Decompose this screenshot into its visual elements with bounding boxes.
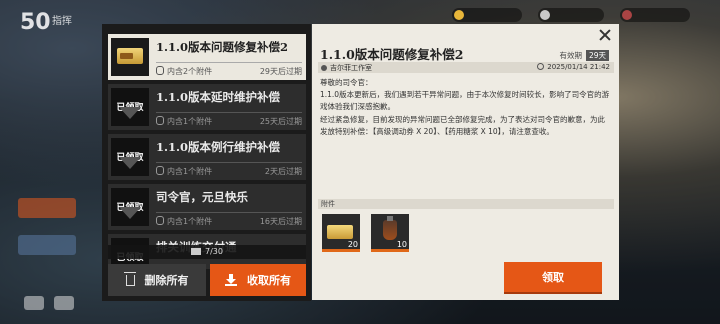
divider [156,162,302,163]
side-button-2 [18,235,76,255]
mail-thumbnail [111,38,149,76]
validity-days: 29天 [585,50,609,61]
paperclip-icon [156,116,164,125]
mail-body: 尊敬的司令官： 1.1.0版本更新后，我们遇到若干异常问题，由于本次修复时间较长… [320,77,612,138]
attachment-item[interactable]: 10 [371,214,409,252]
delete-all-label: 删除所有 [144,274,189,287]
sender-icon [321,65,327,71]
mail-attachment-count: 内含1个附件 [167,217,213,226]
sender-name: 吉尔菲工作室 [330,64,372,72]
detail-title: 1.1.0版本问题修复补偿2 [320,47,464,62]
mail-item[interactable]: 已领取 1.1.0版本例行维护补偿 内含1个附件 2天后过期 [108,134,306,180]
mail-detail-panel: 1.1.0版本问题修复补偿2 有效期 29天 吉尔菲工作室 2025/01/14 … [312,24,619,300]
claimed-triangle-icon [119,157,141,169]
mail-attachment-count: 内含2个附件 [167,67,213,76]
mail-expiry: 25天后过期 [259,117,302,126]
attachment-qty: 10 [396,240,407,249]
collect-all-label: 收取所有 [247,274,291,287]
claim-button[interactable]: 领取 [504,262,602,292]
mail-thumbnail: 已领取 [111,88,149,126]
paperclip-icon [156,66,164,75]
mail-thumbnail: 已领取 [111,138,149,176]
close-icon[interactable] [599,29,611,41]
mail-title: 1.1.0版本问题修复补偿2 [156,40,289,54]
syrup-bottle-icon [383,216,397,240]
sender-bar: 吉尔菲工作室 2025/01/14 21:42 [318,62,614,73]
mail-expiry: 2天后过期 [264,167,302,176]
ticket-icon [117,48,143,64]
attachments-label: 附件 [321,200,335,208]
validity: 有效期 29天 [559,50,609,61]
clock-icon [537,63,545,70]
body-paragraph: 1.1.0版本更新后，我们遇到若干异常问题，由于本次修复时间较长，影响了司令官的… [320,90,610,112]
resource-counter-3 [620,8,690,22]
paperclip-icon [156,216,164,225]
envelope-icon [191,248,202,255]
body-paragraph: 尊敬的司令官： [320,78,373,87]
paperclip-icon [156,166,164,175]
mail-count-bar: 7/30 [108,245,306,259]
mail-thumbnail: 已领取 [111,188,149,226]
body-paragraph: 经过紧急修复，目前发现的异常问题已全部修复完成，为了表达对司令官的歉意，为此发放… [320,114,605,136]
attachment-item[interactable]: 20 [322,214,360,252]
divider [156,62,302,63]
mail-title: 1.1.0版本例行维护补偿 [156,140,281,154]
bottom-icon-1 [24,296,44,310]
mail-list[interactable]: 1.1.0版本问题修复补偿2 内含2个附件 29天后过期 已领取 1.1.0版本… [108,34,306,269]
divider [156,112,302,113]
mail-item[interactable]: 已领取 司令官，元旦快乐 内含1个附件 16天后过期 [108,184,306,230]
mail-title: 司令官，元旦快乐 [156,190,248,204]
mail-item[interactable]: 1.1.0版本问题修复补偿2 内含2个附件 29天后过期 [108,34,306,80]
mail-title: 1.1.0版本延时维护补偿 [156,90,281,104]
mail-attachment-count: 内含1个附件 [167,167,213,176]
side-button-1 [18,198,76,218]
player-level: 50 [20,10,51,35]
attachments-header: 附件 [318,199,614,209]
collect-all-button[interactable]: 收取所有 [210,264,306,296]
resource-counter-1 [452,8,522,22]
mail-expiry: 29天后过期 [259,67,302,76]
ticket-icon [327,225,353,239]
delete-all-button[interactable]: 删除所有 [108,264,206,296]
attachment-qty: 20 [347,240,358,249]
mail-date: 2025/01/14 21:42 [547,63,610,71]
download-icon [225,274,237,286]
claimed-triangle-icon [119,207,141,219]
divider [156,212,302,213]
bottom-icon-2 [54,296,74,310]
claimed-triangle-icon [119,107,141,119]
mail-count: 7/30 [205,247,223,256]
player-name: 指挥 [52,16,72,27]
validity-label: 有效期 [559,51,582,60]
mail-expiry: 16天后过期 [259,217,302,226]
mail-item[interactable]: 已领取 1.1.0版本延时维护补偿 内含1个附件 25天后过期 [108,84,306,130]
mail-attachment-count: 内含1个附件 [167,117,213,126]
mail-list-panel: 1.1.0版本问题修复补偿2 内含2个附件 29天后过期 已领取 1.1.0版本… [102,24,311,301]
trash-icon [123,271,136,286]
resource-counter-2 [538,8,604,22]
